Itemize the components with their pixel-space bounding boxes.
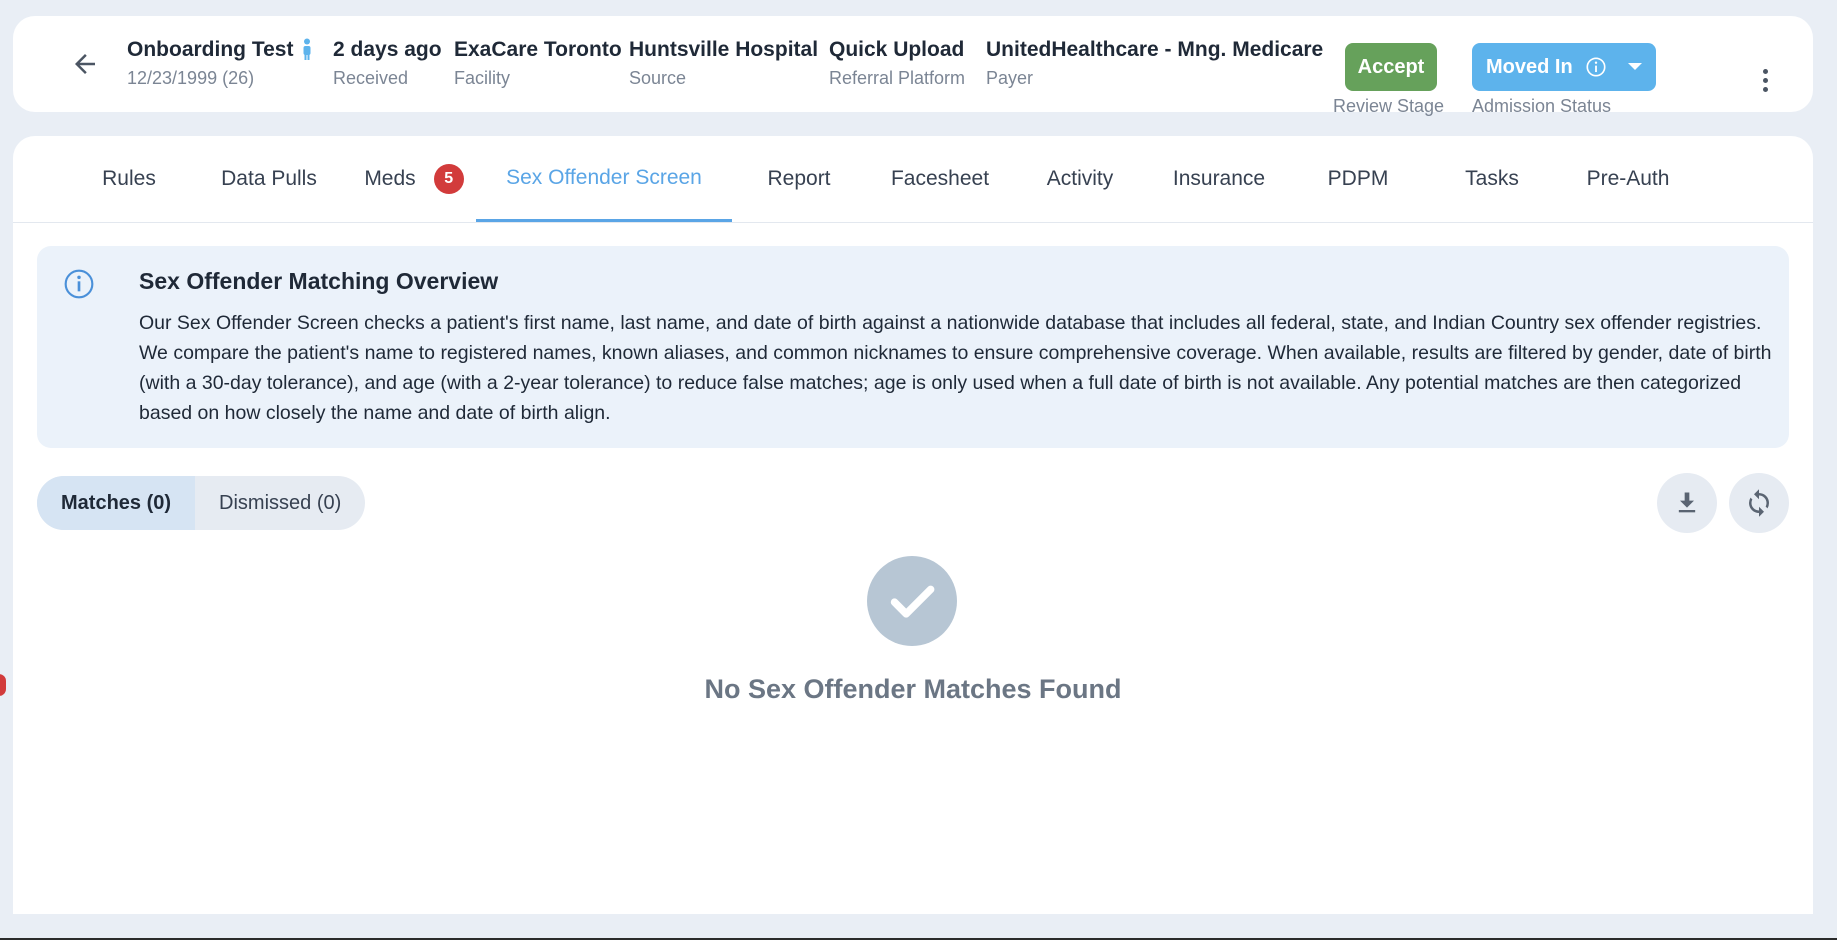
tab-pre-auth[interactable]: Pre-Auth xyxy=(1560,136,1696,222)
platform-label: Referral Platform xyxy=(829,68,966,88)
chevron-down-icon xyxy=(1627,63,1642,70)
overview-description: Our Sex Offender Screen checks a patient… xyxy=(139,312,1772,424)
info-icon[interactable] xyxy=(1585,56,1607,78)
received-value: 2 days ago xyxy=(333,38,442,61)
tab-label: Activity xyxy=(1046,167,1114,190)
payer-info: UnitedHealthcare - Mng. Medicare Payer xyxy=(986,38,1323,89)
arrow-left-icon xyxy=(75,54,95,74)
review-stage-label: Review Stage xyxy=(1333,96,1445,116)
facility-info: ExaCare Toronto Facility xyxy=(454,38,622,89)
received-label: Received xyxy=(333,68,409,88)
person-icon xyxy=(303,38,311,60)
meds-count-badge: 5 xyxy=(433,164,464,194)
tab-sex-offender-screen[interactable]: Sex Offender Screen xyxy=(476,136,732,222)
tab-rules[interactable]: Rules xyxy=(67,136,191,222)
empty-state-message: No Sex Offender Matches Found xyxy=(704,674,1122,704)
info-icon xyxy=(64,269,94,299)
tab-pdpm[interactable]: PDPM xyxy=(1292,136,1424,222)
received-info: 2 days ago Received xyxy=(333,38,442,89)
tab-activity[interactable]: Activity xyxy=(1014,136,1146,222)
tab-label: Tasks xyxy=(1465,167,1519,190)
dismissed-filter-button[interactable]: Dismissed (0) xyxy=(195,476,365,530)
source-label: Source xyxy=(629,68,687,88)
platform-info: Quick Upload Referral Platform xyxy=(829,38,965,89)
tab-label: PDPM xyxy=(1327,167,1389,190)
kebab-dot xyxy=(1762,86,1768,92)
tab-label: Sex Offender Screen xyxy=(506,165,702,189)
checkmark-icon xyxy=(867,556,957,646)
main-panel: Rules Data Pulls Meds 5 Sex Offender Scr… xyxy=(13,136,1813,914)
tab-bar: Rules Data Pulls Meds 5 Sex Offender Scr… xyxy=(13,136,1813,223)
tab-label: Rules xyxy=(102,167,156,190)
refresh-icon xyxy=(1749,489,1769,517)
accept-button[interactable]: Accept xyxy=(1345,43,1437,91)
tab-label: Pre-Auth xyxy=(1586,167,1670,190)
source-info: Huntsville Hospital Source xyxy=(629,38,818,89)
source-value: Huntsville Hospital xyxy=(629,38,819,61)
kebab-dot xyxy=(1762,77,1768,83)
matching-overview-panel: Sex Offender Matching Overview Our Sex O… xyxy=(37,246,1789,448)
admission-status-value: Moved In xyxy=(1486,55,1573,78)
facility-value: ExaCare Toronto xyxy=(454,38,622,61)
platform-value: Quick Upload xyxy=(829,38,965,61)
notification-dot xyxy=(0,674,6,696)
tab-data-pulls[interactable]: Data Pulls xyxy=(191,136,347,222)
payer-value: UnitedHealthcare - Mng. Medicare xyxy=(986,38,1324,61)
patient-name: Onboarding Test xyxy=(127,38,294,61)
tab-label: Insurance xyxy=(1172,167,1266,190)
patient-dob: 12/23/1999 (26) xyxy=(127,68,255,88)
download-icon xyxy=(1678,492,1696,513)
match-filter-toggle: Matches (0) Dismissed (0) xyxy=(37,476,366,530)
referral-header: Onboarding Test 12/23/1999 (26) 2 days a… xyxy=(13,16,1813,116)
tab-label: Meds xyxy=(364,167,416,190)
tab-tasks[interactable]: Tasks xyxy=(1424,136,1560,222)
overview-title: Sex Offender Matching Overview xyxy=(139,268,499,294)
tab-label: Facesheet xyxy=(890,167,990,190)
payer-label: Payer xyxy=(986,68,1034,88)
tab-insurance[interactable]: Insurance xyxy=(1146,136,1292,222)
tab-facesheet[interactable]: Facesheet xyxy=(866,136,1014,222)
patient-info: Onboarding Test 12/23/1999 (26) xyxy=(127,38,313,89)
tab-report[interactable]: Report xyxy=(732,136,866,222)
matches-filter-button[interactable]: Matches (0) xyxy=(37,476,196,530)
facility-label: Facility xyxy=(454,68,511,88)
tab-label: Report xyxy=(767,167,831,190)
download-button[interactable] xyxy=(1657,473,1717,533)
kebab-dot xyxy=(1762,68,1768,74)
tab-label: Data Pulls xyxy=(221,167,317,190)
refresh-button[interactable] xyxy=(1729,473,1789,533)
more-options-button[interactable] xyxy=(1755,60,1775,100)
tab-meds[interactable]: Meds 5 xyxy=(347,136,481,222)
admission-status-label: Admission Status xyxy=(1472,96,1612,116)
back-button[interactable] xyxy=(65,44,105,84)
admission-status-dropdown[interactable]: Moved In xyxy=(1472,43,1656,91)
